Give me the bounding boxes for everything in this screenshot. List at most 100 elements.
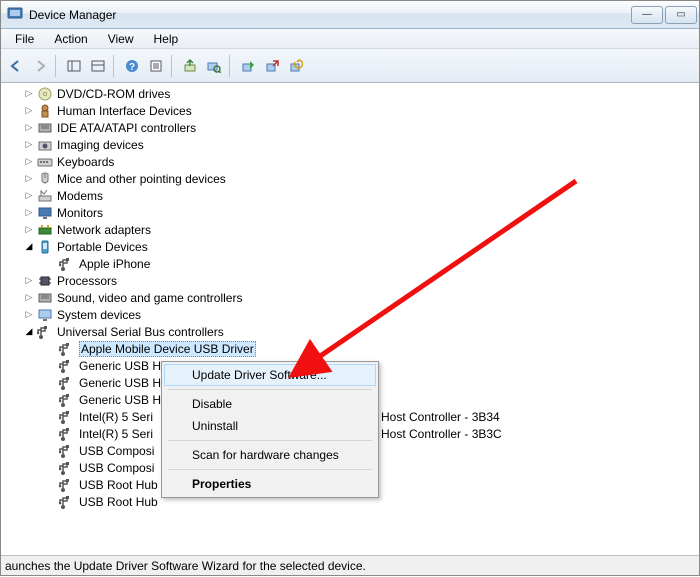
device-icon (59, 443, 75, 459)
tree-item[interactable]: ▷ Monitors (9, 204, 699, 221)
tree-item[interactable]: ▷ Imaging devices (9, 136, 699, 153)
statusbar-text: aunches the Update Driver Software Wizar… (5, 559, 366, 573)
tree-item[interactable]: ▷ IDE ATA/ATAPI controllers (9, 119, 699, 136)
tree-item-label[interactable]: Universal Serial Bus controllers (57, 325, 224, 339)
menu-action[interactable]: Action (46, 30, 95, 48)
tree-item-suffix: Host Controller - 3B34 (381, 410, 500, 424)
toolbar-separator (229, 55, 233, 77)
tree-item[interactable]: ◢ Universal Serial Bus controllers (9, 323, 699, 340)
tree-item-label[interactable]: Processors (57, 274, 117, 288)
toolbar-separator (171, 55, 175, 77)
details-toggle-button[interactable] (87, 55, 109, 77)
expand-icon[interactable]: ▷ (23, 275, 35, 287)
menubar: File Action View Help (1, 29, 699, 49)
toolbar: ? (1, 49, 699, 83)
tree-item-label[interactable]: Keyboards (57, 155, 114, 169)
no-expander (45, 428, 57, 440)
tree-item-label[interactable]: Sound, video and game controllers (57, 291, 242, 305)
tree-item[interactable]: Apple iPhone (9, 255, 699, 272)
titlebar: Device Manager — ▭ (1, 1, 699, 29)
collapse-icon[interactable]: ◢ (23, 326, 35, 338)
uninstall-icon[interactable] (261, 55, 283, 77)
tree-item[interactable]: ▷ Human Interface Devices (9, 102, 699, 119)
device-icon (59, 494, 75, 510)
expand-icon[interactable]: ▷ (23, 105, 35, 117)
expand-icon[interactable]: ▷ (23, 156, 35, 168)
tree-item[interactable]: ▷ DVD/CD-ROM drives (9, 85, 699, 102)
device-icon (37, 137, 53, 153)
context-menu-item[interactable]: Update Driver Software... (164, 364, 376, 386)
expand-icon[interactable]: ▷ (23, 173, 35, 185)
scan-hardware-icon[interactable] (203, 55, 225, 77)
menu-view[interactable]: View (100, 30, 142, 48)
expand-icon[interactable]: ▷ (23, 88, 35, 100)
tree-item-label[interactable]: DVD/CD-ROM drives (57, 87, 170, 101)
toolbar-separator (113, 55, 117, 77)
back-button[interactable] (5, 55, 27, 77)
tree-item[interactable]: ▷ Mice and other pointing devices (9, 170, 699, 187)
menu-help[interactable]: Help (146, 30, 187, 48)
tree-item[interactable]: ▷ Keyboards (9, 153, 699, 170)
context-menu-item[interactable]: Uninstall (164, 415, 376, 437)
expand-icon[interactable]: ▷ (23, 207, 35, 219)
properties-button[interactable] (145, 55, 167, 77)
help-button[interactable]: ? (121, 55, 143, 77)
tree-item-label[interactable]: USB Root Hub (79, 495, 158, 509)
enable-icon[interactable] (237, 55, 259, 77)
tree-item-label[interactable]: Apple iPhone (79, 257, 150, 271)
tree-item[interactable]: ▷ Sound, video and game controllers (9, 289, 699, 306)
tree-item-label[interactable]: Generic USB H (79, 359, 161, 373)
maximize-button[interactable]: ▭ (665, 6, 697, 24)
tree-item[interactable]: ▷ Modems (9, 187, 699, 204)
tree-item-label[interactable]: Mice and other pointing devices (57, 172, 226, 186)
tree-item-label[interactable]: Apple Mobile Device USB Driver (79, 341, 256, 357)
show-hide-console-button[interactable] (63, 55, 85, 77)
tree-item-label[interactable]: Generic USB H (79, 393, 161, 407)
device-icon (37, 154, 53, 170)
expand-icon[interactable]: ▷ (23, 122, 35, 134)
context-menu-item[interactable]: Properties (164, 473, 376, 495)
device-icon (59, 358, 75, 374)
context-menu-separator (168, 469, 372, 470)
device-icon (59, 477, 75, 493)
menu-file[interactable]: File (7, 30, 42, 48)
caption-buttons: — ▭ (631, 6, 697, 24)
refresh-icon[interactable] (285, 55, 307, 77)
tree-item[interactable]: ▷ System devices (9, 306, 699, 323)
tree-item-label[interactable]: Intel(R) 5 Seri (79, 427, 153, 441)
context-menu-separator (168, 389, 372, 390)
tree-item-label[interactable]: USB Composi (79, 444, 154, 458)
tree-item-label[interactable]: IDE ATA/ATAPI controllers (57, 121, 196, 135)
context-menu: Update Driver Software... DisableUninstal… (161, 361, 379, 498)
expand-icon[interactable]: ▷ (23, 224, 35, 236)
tree-item-label[interactable]: Generic USB H (79, 376, 161, 390)
tree-item-label[interactable]: Modems (57, 189, 103, 203)
expand-icon[interactable]: ▷ (23, 190, 35, 202)
minimize-button[interactable]: — (631, 6, 663, 24)
tree-item-label[interactable]: System devices (57, 308, 141, 322)
window-title: Device Manager (29, 8, 116, 22)
forward-button[interactable] (29, 55, 51, 77)
collapse-icon[interactable]: ◢ (23, 241, 35, 253)
tree-item-label[interactable]: Imaging devices (57, 138, 144, 152)
tree-item-label[interactable]: Portable Devices (57, 240, 148, 254)
tree-item[interactable]: ▷ Network adapters (9, 221, 699, 238)
tree-item-label[interactable]: Network adapters (57, 223, 151, 237)
no-expander (45, 343, 57, 355)
expand-icon[interactable]: ▷ (23, 139, 35, 151)
tree-item-label[interactable]: Monitors (57, 206, 103, 220)
context-menu-item[interactable]: Scan for hardware changes (164, 444, 376, 466)
update-driver-icon[interactable] (179, 55, 201, 77)
device-icon (59, 460, 75, 476)
tree-item-label[interactable]: USB Composi (79, 461, 154, 475)
context-menu-item[interactable]: Disable (164, 393, 376, 415)
tree-item[interactable]: ▷ Processors (9, 272, 699, 289)
tree-item-label[interactable]: USB Root Hub (79, 478, 158, 492)
expand-icon[interactable]: ▷ (23, 309, 35, 321)
tree-item-label[interactable]: Human Interface Devices (57, 104, 192, 118)
tree-item[interactable]: ◢ Portable Devices (9, 238, 699, 255)
tree-item-label[interactable]: Intel(R) 5 Seri (79, 410, 153, 424)
device-icon (37, 171, 53, 187)
expand-icon[interactable]: ▷ (23, 292, 35, 304)
tree-item[interactable]: Apple Mobile Device USB Driver (9, 340, 699, 357)
